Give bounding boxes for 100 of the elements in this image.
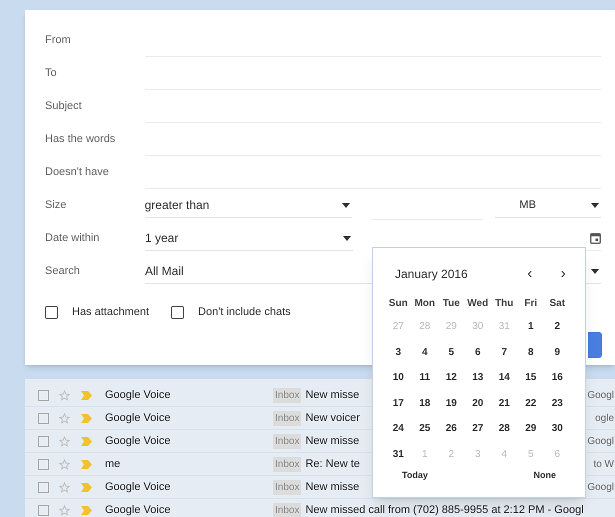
sender-name: Google Voice [105,410,172,426]
size-operator-select[interactable]: greater than [144,194,352,218]
inbox-label: Inbox [273,434,302,448]
calendar-day[interactable]: 20 [464,390,491,416]
sender-name: me [105,456,122,472]
email-subject: New misse [305,434,360,449]
weekday-label: Wed [466,296,490,310]
calendar-day[interactable]: 21 [491,390,518,416]
calendar-icon[interactable] [590,232,601,244]
field-label: Doesn't have [45,165,110,180]
star-icon[interactable] [59,482,70,492]
email-subject: New misse [305,388,360,403]
weekday-label: Thu [494,296,514,310]
field-label: To [45,66,58,82]
inbox-label: Inbox [273,410,302,426]
sender-name: Google Voice [105,388,172,403]
calendar-day[interactable]: 12 [438,365,464,390]
checkbox[interactable] [38,390,49,400]
calendar-day[interactable]: 15 [518,365,544,390]
date-range-select[interactable]: 1 year [145,226,353,250]
email-subject: New missed call from (702) 885-9955 at 2:12 PM - Googl [305,502,584,517]
checkbox[interactable] [38,482,49,492]
calendar-day[interactable]: 7 [491,340,518,365]
calendar-day[interactable]: 31 [385,442,412,467]
importance-marker-icon [81,414,92,422]
calendar-day[interactable]: 11 [412,365,438,390]
caret-icon [343,236,351,240]
star-icon[interactable] [59,436,70,446]
weekday-label: Mon [413,296,436,310]
inbox-label: Inbox [273,480,302,494]
inbox-label: Inbox [273,456,302,472]
next-month-button[interactable]: › [553,262,574,286]
none-button[interactable]: None [534,469,556,482]
checkbox-label: Has attachment [72,305,150,320]
calendar-day[interactable]: 9 [544,340,570,365]
email-subject: Re: New te [305,456,360,472]
today-button[interactable]: Today [402,469,428,482]
email-subject: New voicer [305,410,360,426]
importance-marker-icon [81,460,92,468]
field-label: Search [45,264,81,280]
weekday-label: Sun [388,296,409,310]
star-icon[interactable] [59,412,70,424]
importance-marker-icon [81,506,92,514]
checkbox[interactable] [171,306,184,319]
inbox-label: Inbox [273,502,302,517]
sender-name: Google Voice [105,434,172,449]
calendar-day[interactable]: 28 [491,416,518,442]
calendar-day[interactable]: 19 [438,390,464,416]
checkbox[interactable] [38,458,49,470]
sender-name: Google Voice [105,502,172,517]
importance-marker-icon [81,436,92,446]
calendar-day[interactable]: 30 [544,416,570,442]
calendar-day[interactable]: 1 [518,314,544,340]
calendar-day[interactable]: 27 [464,416,491,442]
weekday-label: Tue [442,296,461,310]
calendar-day[interactable]: 18 [412,390,438,416]
calendar-day[interactable]: 14 [491,365,518,390]
calendar-day[interactable]: 26 [438,416,464,442]
star-icon[interactable] [59,390,70,400]
checkbox[interactable] [38,504,49,516]
calendar-day[interactable]: 24 [385,416,412,442]
calendar-day[interactable]: 16 [544,365,570,390]
calendar-day[interactable]: 8 [518,340,544,365]
calendar-day[interactable]: 23 [544,390,570,416]
weekday-label: Sat [548,296,566,310]
sender-name: Google Voice [105,480,172,495]
star-icon[interactable] [59,504,70,516]
caret-icon [591,268,599,274]
email-subject-tail: to W [593,458,614,472]
calendar-day[interactable]: 29 [518,416,544,442]
previous-month-button[interactable]: ‹ [520,262,540,286]
calendar-day[interactable]: 10 [385,365,412,390]
weekday-label: Fri [523,296,538,310]
checkbox[interactable] [45,306,58,319]
star-icon[interactable] [59,458,70,470]
month-title: January 2016 [395,266,469,283]
email-subject-tail: Googl [587,388,614,402]
calendar-day[interactable]: 5 [438,340,464,365]
checkbox[interactable] [38,436,49,446]
checkbox[interactable] [38,412,49,424]
calendar-day[interactable]: 17 [385,390,412,416]
size-unit-select[interactable]: MB [495,194,602,218]
calendar-day[interactable]: 22 [518,390,544,416]
field-label: Has the words [45,132,116,148]
email-subject-tail: Googl [587,480,614,494]
email-subject-tail: Googl [587,434,614,448]
calendar-day[interactable]: 13 [464,365,491,390]
field-label: From [45,33,72,48]
importance-marker-icon [81,390,92,400]
checkbox-label: Don't include chats [198,305,291,320]
calendar-day[interactable]: 2 [544,314,570,340]
calendar-day[interactable]: 4 [412,340,438,365]
calendar-day[interactable]: 3 [385,340,412,365]
email-subject-tail: ogle [595,412,614,426]
email-subject: New misse [305,480,360,495]
field-label: Date within [45,231,100,246]
search-button[interactable] [588,332,602,358]
calendar-day[interactable]: 6 [464,340,491,365]
calendar-day[interactable]: 25 [412,416,438,442]
field-label: Size [45,198,68,214]
